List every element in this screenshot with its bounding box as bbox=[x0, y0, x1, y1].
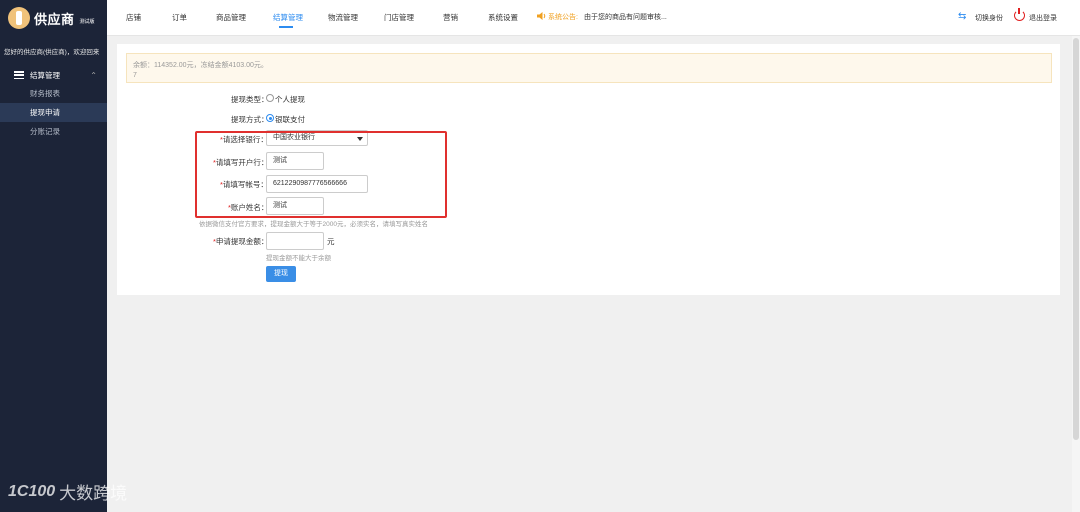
amount-input[interactable] bbox=[266, 232, 324, 250]
amount-unit: 元 bbox=[327, 237, 335, 246]
power-icon[interactable] bbox=[1014, 8, 1025, 21]
logo[interactable]: 供应商 测试版 bbox=[0, 0, 107, 36]
nav-store-management[interactable]: 门店管理 bbox=[384, 12, 414, 23]
logo-text: 供应商 bbox=[34, 11, 75, 27]
submit-withdraw-button[interactable]: 提现 bbox=[266, 266, 296, 282]
nav-orders[interactable]: 订单 bbox=[172, 12, 187, 23]
amount-hint: 提现金额不能大于余额 bbox=[266, 255, 331, 262]
menu-group-label: 结算管理 bbox=[30, 70, 60, 80]
nav-settlement-management[interactable]: 结算管理 bbox=[273, 12, 303, 23]
active-tab-indicator bbox=[279, 26, 293, 28]
switch-arrows-icon[interactable]: ⇆ bbox=[958, 11, 966, 22]
announcement-label: 系统公告: bbox=[548, 14, 578, 21]
nav-logistics-management[interactable]: 物流管理 bbox=[328, 12, 358, 23]
nav-store[interactable]: 店铺 bbox=[126, 12, 141, 23]
nav-system-settings[interactable]: 系统设置 bbox=[488, 12, 518, 23]
announcement-text[interactable]: 由于您的商品有问题审核... bbox=[584, 12, 667, 22]
welcome-text: 您好的供应商(供应商)，欢迎回来 bbox=[4, 49, 100, 56]
menu-group-settlement[interactable]: 结算管理 ⌃ bbox=[0, 66, 107, 84]
watermark-text: 大数跨境 bbox=[59, 484, 128, 503]
scrollbar-thumb[interactable] bbox=[1073, 38, 1079, 440]
top-navbar: 店铺 订单 商品管理 结算管理 物流管理 门店管理 营销 系统设置 系统公告: … bbox=[107, 0, 1080, 36]
nav-product-management[interactable]: 商品管理 bbox=[216, 12, 246, 23]
sidebar: 供应商 测试版 您好的供应商(供应商)，欢迎回来 结算管理 ⌃ 财务报表 提现申… bbox=[0, 0, 107, 512]
notice-extra: 7 bbox=[133, 72, 137, 79]
withdraw-method-option[interactable]: 银联支付 bbox=[275, 114, 305, 125]
withdraw-method-label: 提现方式： bbox=[231, 115, 269, 124]
sidebar-item-financial-report[interactable]: 财务报表 bbox=[0, 84, 107, 103]
logo-icon bbox=[8, 7, 30, 29]
watermark: 1C100 大数跨境 bbox=[8, 479, 127, 504]
sidebar-item-split-records[interactable]: 分账记录 bbox=[0, 122, 107, 141]
withdraw-type-option[interactable]: 个人提现 bbox=[275, 94, 305, 105]
highlight-box bbox=[195, 131, 447, 218]
sidebar-item-withdraw-request[interactable]: 提现申请 bbox=[0, 103, 107, 122]
amount-label: *申请提现金额： bbox=[213, 237, 269, 246]
balance-text: 余额：114352.00元，冻结金额4103.00元。 bbox=[133, 62, 268, 69]
watermark-logo: 1C100 bbox=[8, 482, 56, 500]
nav-marketing[interactable]: 营销 bbox=[443, 12, 458, 23]
withdraw-type-radio[interactable] bbox=[266, 94, 274, 102]
switch-identity-link[interactable]: 切换身份 bbox=[975, 13, 1003, 23]
logo-subtext: 测试版 bbox=[79, 18, 95, 25]
list-icon bbox=[14, 71, 24, 79]
chevron-up-icon: ⌃ bbox=[90, 70, 97, 80]
account-name-hint: 依据微信支付官方要求，提现金额大于等于2000元，必须实名，请填写真实姓名 bbox=[199, 221, 428, 228]
withdraw-method-radio[interactable] bbox=[266, 114, 274, 122]
logout-link[interactable]: 退出登录 bbox=[1029, 13, 1057, 23]
speaker-icon bbox=[537, 12, 546, 20]
balance-notice: 余额：114352.00元，冻结金额4103.00元。 7 bbox=[126, 53, 1052, 83]
withdraw-type-label: 提现类型： bbox=[231, 95, 269, 104]
